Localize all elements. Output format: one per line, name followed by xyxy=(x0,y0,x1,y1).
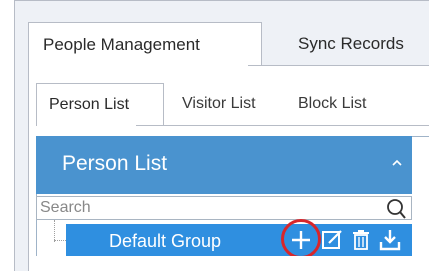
tab-visitor-list-label: Visitor List xyxy=(182,95,256,112)
tab-people-management[interactable]: People Management xyxy=(28,22,262,67)
search-input[interactable] xyxy=(38,197,378,219)
tree-empty-area xyxy=(36,256,429,271)
tree-connector-vertical xyxy=(54,220,56,242)
sub-tab-bar: Person List Visitor List Block List xyxy=(28,83,429,126)
tab-person-list-label: Person List xyxy=(49,96,130,113)
tab-block-list-label: Block List xyxy=(298,95,367,112)
chevron-up-icon[interactable] xyxy=(390,156,404,170)
people-management-window: People Management Sync Records Person Li… xyxy=(0,0,429,271)
tab-block-list[interactable]: Block List xyxy=(298,83,366,125)
group-label: Default Group xyxy=(109,231,222,251)
tree-panel-title: Person List xyxy=(62,152,168,175)
delete-icon[interactable] xyxy=(349,228,373,252)
edit-icon[interactable] xyxy=(320,228,344,252)
top-tab-bar: People Management Sync Records xyxy=(14,22,429,67)
tab-person-list[interactable]: Person List xyxy=(36,83,164,126)
search-icon[interactable] xyxy=(384,197,408,221)
add-icon[interactable] xyxy=(289,228,313,252)
tab-people-management-label: People Management xyxy=(43,35,200,54)
tree-connector-horizontal xyxy=(54,240,66,242)
sub-tab-divider xyxy=(136,125,429,126)
tab-visitor-list[interactable]: Visitor List xyxy=(182,83,256,125)
tab-sync-records[interactable]: Sync Records xyxy=(276,22,404,66)
export-icon[interactable] xyxy=(378,228,402,252)
tab-sync-records-label: Sync Records xyxy=(298,34,404,53)
